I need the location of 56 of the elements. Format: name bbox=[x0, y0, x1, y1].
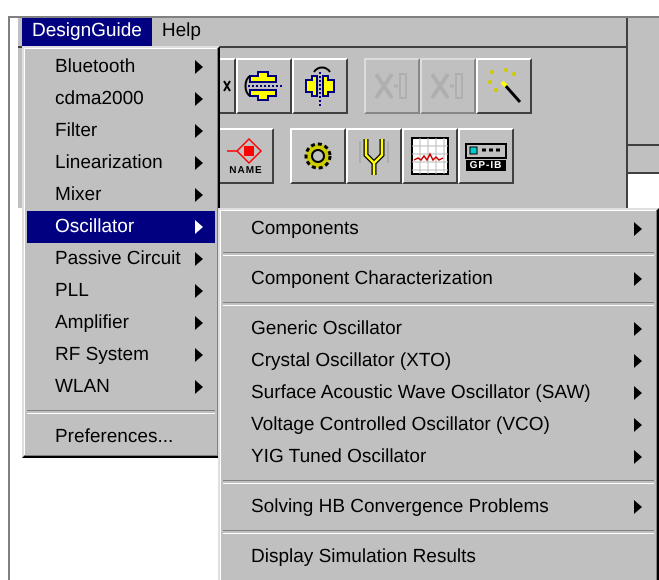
submenu-arrow-icon bbox=[195, 156, 203, 170]
menu-item[interactable]: RF System bbox=[27, 339, 215, 371]
toolbar-button[interactable]: NAME bbox=[218, 128, 274, 184]
submenu-arrow-icon bbox=[195, 124, 203, 138]
toolbar-button[interactable] bbox=[476, 58, 532, 114]
menu-item[interactable]: PLL bbox=[27, 275, 215, 307]
menu-item[interactable]: Surface Acoustic Wave Oscillator (SAW) bbox=[223, 377, 654, 409]
submenu-arrow-icon bbox=[195, 284, 203, 298]
menu-item[interactable]: Preferences... bbox=[27, 421, 215, 453]
toolbar-button[interactable] bbox=[236, 58, 292, 114]
toolbar-button[interactable]: GP-IB bbox=[458, 128, 514, 184]
submenu-arrow-icon bbox=[634, 450, 642, 464]
menu-bar-item[interactable]: Help bbox=[152, 18, 211, 46]
menu-item[interactable]: Solving HB Convergence Problems bbox=[223, 491, 654, 523]
flip-icon bbox=[244, 68, 284, 104]
menu-item[interactable]: Component Characterization bbox=[223, 263, 654, 295]
menu-item[interactable]: Oscillator bbox=[27, 211, 215, 243]
submenu-arrow-icon bbox=[195, 348, 203, 362]
instrument-icon bbox=[464, 142, 508, 160]
submenu-arrow-icon bbox=[195, 60, 203, 74]
submenu-arrow-icon bbox=[634, 386, 642, 400]
toolbar-button[interactable] bbox=[346, 128, 402, 184]
menu-item[interactable]: Components bbox=[223, 213, 654, 245]
menu-item[interactable]: Bluetooth bbox=[27, 51, 215, 83]
submenu-arrow-icon bbox=[634, 500, 642, 514]
menu-item[interactable]: Passive Circuit bbox=[27, 243, 215, 275]
submenu-arrow-icon bbox=[195, 92, 203, 106]
submenu-arrow-icon bbox=[195, 220, 203, 234]
submenu-arrow-icon bbox=[634, 322, 642, 336]
submenu-arrow-icon bbox=[195, 188, 203, 202]
menu-item[interactable]: Crystal Oscillator (XTO) bbox=[223, 345, 654, 377]
submenu-arrow-icon bbox=[634, 418, 642, 432]
menu-item[interactable]: Amplifier bbox=[27, 307, 215, 339]
icon-label: NAME bbox=[229, 164, 263, 176]
submenu-arrow-icon bbox=[195, 380, 203, 394]
toolbar-button[interactable] bbox=[402, 128, 458, 184]
menu-bar-item[interactable]: DesignGuide bbox=[22, 18, 152, 46]
menu-item[interactable]: cdma2000 bbox=[27, 83, 215, 115]
menu-item[interactable]: YIG Tuned Oscillator bbox=[223, 441, 654, 473]
submenu-arrow-icon bbox=[634, 272, 642, 286]
menu-item[interactable]: Voltage Controlled Oscillator (VCO) bbox=[223, 409, 654, 441]
menu-item[interactable]: Linearization bbox=[27, 147, 215, 179]
submenu-arrow-icon bbox=[634, 354, 642, 368]
menu-item[interactable]: Display Simulation Results bbox=[223, 541, 654, 573]
toolbar-button[interactable] bbox=[292, 58, 348, 114]
menu-item[interactable]: Generic Oscillator bbox=[223, 313, 654, 345]
icon-label: GP-IB bbox=[466, 160, 506, 170]
submenu-arrow-icon bbox=[634, 222, 642, 236]
submenu-arrow-icon bbox=[195, 316, 203, 330]
submenu-arrow-icon bbox=[195, 252, 203, 266]
graph-icon bbox=[410, 136, 450, 176]
text-area bbox=[628, 174, 659, 208]
toolbar-button[interactable] bbox=[290, 128, 346, 184]
menu-item[interactable]: Mixer bbox=[27, 179, 215, 211]
menu-item[interactable]: WLAN bbox=[27, 371, 215, 403]
menu-item[interactable]: Filter bbox=[27, 115, 215, 147]
